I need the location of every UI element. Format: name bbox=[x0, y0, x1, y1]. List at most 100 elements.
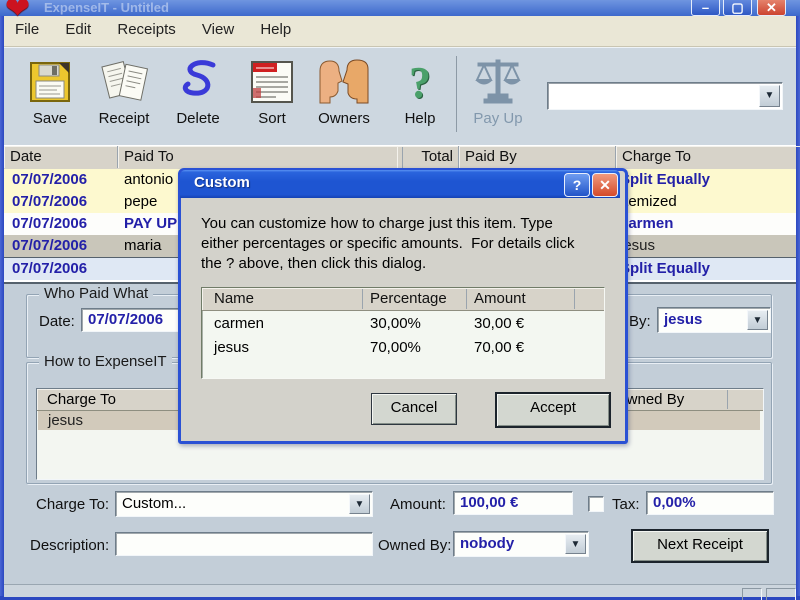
charge-to-value: Custom... bbox=[122, 495, 187, 512]
menu-receipts[interactable]: Receipts bbox=[106, 16, 186, 46]
dialog-column-percentage[interactable]: Percentage bbox=[370, 288, 447, 310]
amount-label: Amount: bbox=[390, 496, 446, 513]
save-button[interactable]: Save bbox=[18, 54, 82, 140]
menu-edit[interactable]: Edit bbox=[54, 16, 102, 46]
dialog-cell-amount: 70,00 € bbox=[474, 339, 525, 356]
owned-by-combobox[interactable]: nobody ▼ bbox=[453, 531, 589, 557]
floppy-icon bbox=[18, 54, 82, 110]
receipt-icon bbox=[92, 54, 156, 110]
dialog-table-header: Name Percentage Amount bbox=[202, 288, 604, 311]
charge-to-column-header[interactable]: Charge To bbox=[47, 389, 116, 410]
cell-date[interactable]: 07/07/2006 bbox=[6, 235, 122, 257]
charge-to-combobox[interactable]: Custom... ▼ bbox=[115, 491, 373, 517]
column-header-paid-by[interactable]: Paid By bbox=[459, 146, 616, 168]
question-mark-icon: ? bbox=[409, 57, 431, 107]
chevron-down-icon[interactable]: ▼ bbox=[759, 85, 780, 107]
chevron-down-icon[interactable]: ▼ bbox=[747, 310, 768, 330]
delete-scribble-icon bbox=[166, 54, 230, 110]
app-window: ExpenseIT - Untitled ❤ – ▢ ✕ File Edit R… bbox=[0, 0, 800, 600]
next-receipt-button[interactable]: Next Receipt bbox=[631, 529, 769, 563]
custom-dialog: Custom ? ✕ You can customize how to char… bbox=[178, 168, 628, 444]
dialog-close-icon[interactable]: ✕ bbox=[592, 173, 618, 197]
menu-bar: File Edit Receipts View Help bbox=[4, 16, 796, 47]
owners-button[interactable]: Owners bbox=[312, 54, 376, 140]
owners-label: Owners bbox=[318, 110, 370, 127]
how-to-expenseit-title: How to ExpenseIT bbox=[39, 353, 172, 370]
paid-by-combobox[interactable]: jesus ▼ bbox=[657, 307, 771, 333]
column-header-charge-to[interactable]: Charge To bbox=[616, 146, 800, 168]
window-title: ExpenseIT - Untitled bbox=[44, 0, 169, 15]
cell-date[interactable]: 07/07/2006 bbox=[6, 169, 122, 191]
close-button[interactable]: ✕ bbox=[757, 0, 786, 16]
owned-by-label: Owned By: bbox=[378, 537, 452, 554]
help-button[interactable]: ? Help bbox=[388, 54, 452, 140]
cell-date[interactable]: 07/07/2006 bbox=[6, 258, 122, 280]
dialog-message-line: the ? above, then click this dialog. bbox=[201, 255, 427, 272]
dialog-title: Custom bbox=[194, 174, 250, 191]
tax-label: Tax: bbox=[612, 496, 640, 513]
cell-date[interactable]: 07/07/2006 bbox=[6, 191, 122, 213]
column-header-date[interactable]: Date bbox=[4, 146, 118, 168]
charge-list-cell: jesus bbox=[48, 412, 84, 429]
charge-to-label: Charge To: bbox=[36, 496, 110, 513]
column-header-paid-to[interactable]: Paid To bbox=[118, 146, 403, 168]
tax-checkbox[interactable] bbox=[588, 496, 604, 512]
payup-button: Pay Up bbox=[466, 54, 530, 140]
description-label: Description: bbox=[30, 537, 110, 554]
toolbar-combobox[interactable]: ▼ bbox=[547, 82, 783, 110]
title-bar[interactable]: ExpenseIT - Untitled bbox=[0, 0, 800, 16]
sort-button[interactable]: Sort bbox=[240, 54, 304, 140]
help-label: Help bbox=[404, 110, 436, 127]
dialog-cell-name: jesus bbox=[214, 339, 250, 356]
dialog-cell-name: carmen bbox=[214, 315, 265, 332]
who-paid-what-title: Who Paid What bbox=[39, 285, 154, 302]
receipts-table-header: Date Paid To Total Paid By Charge To bbox=[4, 145, 796, 170]
status-bar bbox=[4, 584, 796, 600]
accept-button[interactable]: Accept bbox=[495, 392, 611, 428]
cell-charge-to[interactable]: jesus bbox=[614, 235, 798, 257]
dialog-title-bar[interactable]: Custom ? ✕ bbox=[180, 170, 620, 198]
status-panel bbox=[742, 588, 762, 600]
chevron-down-icon[interactable]: ▼ bbox=[565, 534, 586, 554]
cell-charge-to[interactable]: Itemized bbox=[614, 191, 798, 213]
scales-icon bbox=[466, 54, 530, 110]
dialog-cell-percentage: 70,00% bbox=[370, 339, 421, 356]
dialog-column-amount[interactable]: Amount bbox=[474, 288, 526, 310]
sort-label: Sort bbox=[258, 110, 286, 127]
receipt-button[interactable]: Receipt bbox=[92, 54, 156, 140]
cell-charge-to[interactable]: carmen bbox=[614, 213, 798, 235]
amount-input[interactable]: 100,00 € bbox=[453, 491, 573, 515]
cell-charge-to[interactable]: Split Equally bbox=[614, 169, 798, 191]
delete-button[interactable]: Delete bbox=[166, 54, 230, 140]
owned-by-value: nobody bbox=[460, 535, 515, 552]
cell-date[interactable]: 07/07/2006 bbox=[6, 213, 122, 235]
column-header-total[interactable]: Total bbox=[397, 146, 459, 168]
payup-label: Pay Up bbox=[473, 110, 523, 127]
minimize-button[interactable]: – bbox=[691, 0, 720, 16]
dialog-column-name[interactable]: Name bbox=[214, 288, 254, 310]
receipt-label: Receipt bbox=[98, 110, 150, 127]
delete-label: Delete bbox=[176, 110, 220, 127]
description-input[interactable] bbox=[115, 532, 373, 556]
paid-by-value: jesus bbox=[664, 311, 703, 328]
menu-view[interactable]: View bbox=[191, 16, 245, 46]
dialog-cell-amount: 30,00 € bbox=[474, 315, 525, 332]
tax-input[interactable]: 0,00% bbox=[646, 491, 774, 515]
cancel-button[interactable]: Cancel bbox=[371, 393, 457, 425]
date-label: Date: bbox=[39, 313, 75, 330]
chevron-down-icon[interactable]: ▼ bbox=[349, 494, 370, 514]
faces-icon bbox=[312, 54, 376, 110]
dialog-message-line: either percentages or specific amounts. … bbox=[201, 235, 575, 252]
dialog-split-table: Name Percentage Amount carmen 30,00% 30,… bbox=[201, 287, 605, 379]
app-heart-icon[interactable]: ❤ bbox=[5, 0, 30, 26]
resize-grip bbox=[766, 588, 796, 600]
menu-help[interactable]: Help bbox=[249, 16, 302, 46]
paid-by-label: By: bbox=[629, 313, 651, 330]
save-label: Save bbox=[32, 110, 68, 127]
dialog-message-line: You can customize how to charge just thi… bbox=[201, 215, 553, 232]
dialog-cell-percentage: 30,00% bbox=[370, 315, 421, 332]
cell-charge-to[interactable]: Split Equally bbox=[614, 258, 798, 280]
toolbar-separator bbox=[456, 56, 457, 132]
maximize-button[interactable]: ▢ bbox=[723, 0, 752, 16]
dialog-help-icon[interactable]: ? bbox=[564, 173, 590, 197]
